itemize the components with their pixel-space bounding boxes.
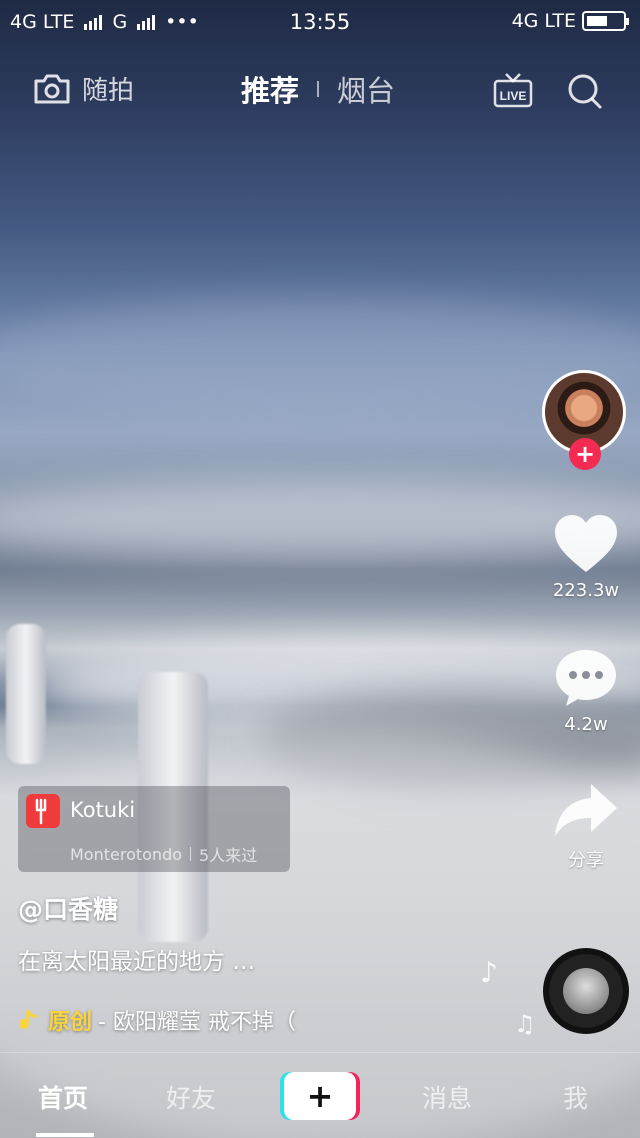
share-arrow-icon: [555, 784, 617, 836]
location-city: Monterotondo: [70, 844, 183, 864]
tab-divider: [317, 81, 320, 97]
battery-icon: [582, 11, 629, 31]
location-details: Monterotondo 5人来过: [70, 842, 257, 866]
music-original-tag: 原创: [48, 1010, 93, 1035]
live-tv-icon: LIVE: [493, 73, 533, 108]
status-bar: 4G LTE G ••• 13:55 4G LTE: [0, 0, 640, 44]
share-label: 分享: [568, 850, 604, 871]
network-label: 4G LTE: [511, 10, 576, 32]
floating-note-icon: ♫: [514, 1010, 536, 1038]
music-title: - 欧阳耀莹 戒不掉（: [98, 1010, 296, 1035]
location-card[interactable]: Kotuki Monterotondo 5人来过: [18, 786, 290, 872]
nav-friends[interactable]: 好友: [166, 1079, 216, 1115]
camera-button[interactable]: 随拍: [32, 70, 134, 107]
create-button[interactable]: +: [284, 1072, 356, 1120]
comment-button[interactable]: 4.2w: [540, 648, 632, 735]
location-name: Kotuki: [70, 798, 136, 822]
disc-cover: [563, 968, 609, 1014]
live-button[interactable]: LIVE: [493, 70, 533, 114]
plus-icon: +: [574, 440, 596, 468]
svg-text:LIVE: LIVE: [500, 89, 527, 103]
comment-bubble-icon: [556, 650, 616, 706]
music-info[interactable]: 原创 - 欧阳耀莹 戒不掉（: [20, 1004, 296, 1036]
status-bar-right: 4G LTE: [511, 10, 629, 32]
bottom-nav: 首页 好友 + 消息 我: [0, 1052, 640, 1138]
like-button[interactable]: 223.3w: [540, 514, 632, 601]
battery-fill: [587, 16, 607, 26]
music-note-icon: [20, 1010, 37, 1029]
divider: [190, 847, 192, 861]
tab-local[interactable]: 烟台: [337, 68, 395, 110]
nav-active-indicator: [36, 1133, 94, 1137]
heart-icon: [555, 515, 617, 572]
like-count: 223.3w: [552, 580, 620, 601]
camera-label: 随拍: [82, 76, 135, 106]
tab-recommend[interactable]: 推荐: [241, 68, 299, 110]
plus-icon: +: [306, 1077, 334, 1115]
location-visitors: 5人来过: [199, 846, 258, 865]
camera-icon: [34, 74, 70, 103]
feed-tabs: 推荐 烟台: [241, 68, 395, 110]
music-disc[interactable]: [543, 948, 629, 1034]
author-username[interactable]: @口香糖: [18, 890, 118, 926]
floating-note-icon: ♪: [480, 956, 498, 989]
nav-home[interactable]: 首页: [38, 1079, 88, 1115]
restaurant-icon: [26, 794, 60, 828]
search-button[interactable]: [566, 72, 604, 114]
video-caption[interactable]: 在离太阳最近的地方 …: [18, 942, 255, 976]
nav-me[interactable]: 我: [563, 1079, 588, 1115]
share-button[interactable]: 分享: [540, 782, 632, 872]
nav-messages[interactable]: 消息: [422, 1079, 472, 1115]
snow-post-left: [6, 624, 46, 764]
comment-count: 4.2w: [564, 714, 608, 735]
top-nav: 随拍 推荐 烟台 LIVE: [0, 62, 640, 118]
search-icon: [568, 74, 602, 109]
follow-button[interactable]: +: [569, 438, 601, 470]
